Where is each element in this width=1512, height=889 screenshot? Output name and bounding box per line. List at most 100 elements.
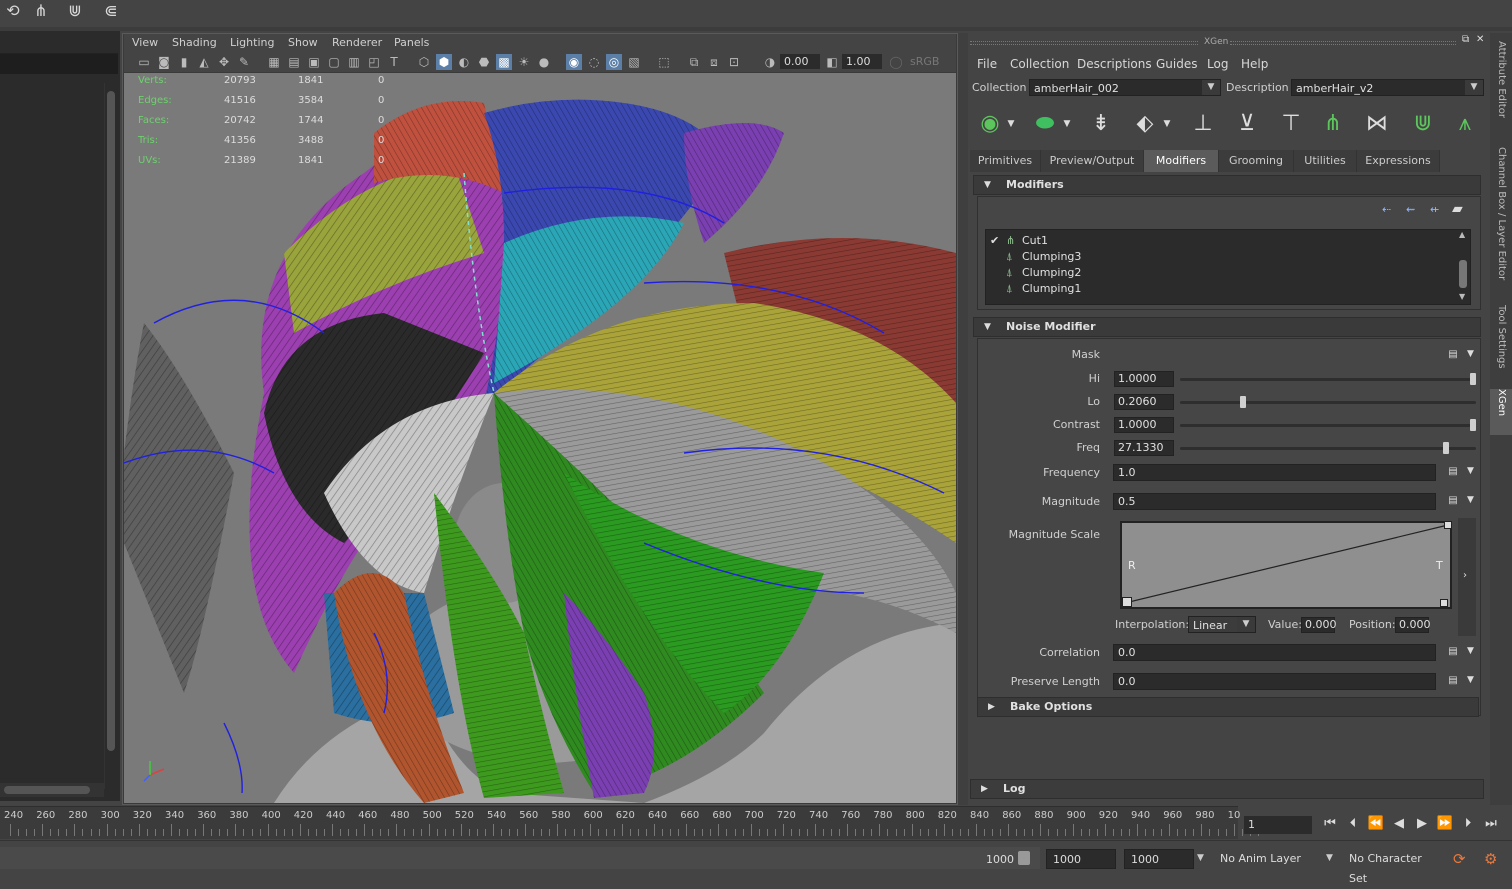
add-modifier-icon[interactable]: ⇷ (1430, 203, 1439, 216)
outliner-hscroll-thumb[interactable] (4, 786, 90, 794)
xgen-menu-help[interactable]: Help (1241, 57, 1268, 71)
preferences-icon[interactable]: ⚙ (1484, 850, 1497, 868)
freq-slider-track[interactable] (1180, 447, 1476, 450)
check-icon[interactable]: ✔ (990, 233, 1002, 249)
shelf-xgen-tool-icon[interactable]: ⟲ (0, 0, 26, 22)
lock-guides-icon[interactable]: ⊤ (1276, 108, 1306, 140)
chevron-down-icon[interactable]: ▼ (1004, 108, 1018, 140)
add-guides-icon[interactable]: ⇟ (1086, 108, 1116, 140)
chevron-down-icon[interactable]: ▼ (1237, 617, 1255, 632)
collection-combo[interactable]: amberHair_002 ▼ (1029, 79, 1221, 96)
map-icon[interactable]: ▤ (1447, 646, 1459, 657)
screen-space-ao-icon[interactable]: ● (536, 54, 552, 70)
step-forward-frame-icon[interactable]: ⏵ (1458, 815, 1478, 833)
exposure-field[interactable]: 0.00 (780, 54, 820, 69)
hi-slider-track[interactable] (1180, 378, 1476, 381)
move-up-icon[interactable]: ⇠ (1382, 203, 1391, 216)
tab-utilities[interactable]: Utilities (1294, 150, 1357, 172)
normalize-guides-icon[interactable]: ⩚ (1450, 108, 1480, 140)
playback-end-field[interactable]: 1000 (1046, 849, 1116, 869)
character-set-combo[interactable]: No Character Set (1343, 849, 1443, 885)
chevron-down-icon[interactable]: ▼ (1060, 108, 1074, 140)
tab-attribute-editor[interactable]: Attribute Editor (1490, 41, 1512, 141)
animation-end-field[interactable]: 1000 (1124, 849, 1194, 869)
noise-modifier-section-header[interactable]: ▼ Noise Modifier (973, 317, 1481, 337)
step-back-frame-icon[interactable]: ⏴ (1343, 815, 1363, 833)
log-section-header[interactable]: ▶ Log (970, 779, 1484, 799)
magnitude-expression-field[interactable]: 0.5 (1113, 493, 1436, 510)
resolution-gate-icon[interactable]: ▣ (306, 54, 322, 70)
list-scroll-thumb[interactable] (1459, 260, 1467, 288)
color-space-label[interactable]: sRGB gar (906, 54, 956, 83)
clear-preview-icon[interactable]: ⬬ (1030, 108, 1060, 140)
xgen-menu-file[interactable]: File (977, 57, 997, 71)
select-camera-icon[interactable]: ▭ (136, 54, 152, 70)
contrast-slider-track[interactable] (1180, 424, 1476, 427)
time-slider[interactable]: 240 260 280 300 320 340 360 380 400 420 440 460 480 5… (0, 806, 1259, 839)
xray-icon[interactable]: ⬚ (656, 54, 672, 70)
camera-attributes-icon[interactable]: ◙ (156, 54, 172, 70)
safe-action-icon[interactable]: ◰ (366, 54, 382, 70)
drag-grip[interactable] (970, 41, 1198, 45)
bake-options-section-header[interactable]: ▶ Bake Options (977, 697, 1479, 717)
tab-channel-box[interactable]: Channel Box / Layer Editor (1490, 147, 1512, 297)
interpolation-combo[interactable]: Linear ▼ (1188, 616, 1256, 633)
safe-title-icon[interactable]: T (386, 54, 402, 70)
chevron-down-icon[interactable]: ▼ (1467, 675, 1477, 686)
field-chart-icon[interactable]: ▥ (346, 54, 362, 70)
motion-blur-icon[interactable]: ◉ (566, 54, 582, 70)
film-gate-icon[interactable]: ▤ (286, 54, 302, 70)
list-item-clumping3[interactable]: ⍋ Clumping3 (986, 249, 1456, 265)
freq-field[interactable]: 27.1330 (1114, 440, 1174, 456)
correlation-expression-field[interactable]: 0.0 (1113, 644, 1436, 661)
step-back-key-icon[interactable]: ⏪ (1366, 815, 1386, 833)
frequency-expression-field[interactable]: 1.0 (1113, 464, 1436, 481)
contrast-slider-handle[interactable] (1470, 419, 1476, 431)
preview-eye-icon[interactable]: ◉ (975, 108, 1005, 140)
tab-expressions[interactable]: Expressions (1357, 150, 1440, 172)
drag-grip[interactable] (1230, 41, 1456, 45)
xray-components-icon[interactable]: ⧈ (706, 54, 722, 70)
ramp-expand-button[interactable]: › (1458, 518, 1476, 636)
tab-preview-output[interactable]: Preview/Output (1041, 150, 1144, 172)
range-slider-handle[interactable] (1018, 851, 1030, 865)
bookmark-icon[interactable]: ▮ (176, 54, 192, 70)
preserve-length-expression-field[interactable]: 0.0 (1113, 673, 1436, 690)
anim-layer-combo[interactable]: No Anim Layer (1214, 849, 1324, 869)
gate-mask-icon[interactable]: ▢ (326, 54, 342, 70)
multisample-aa-icon[interactable]: ◌ (586, 54, 602, 70)
menu-renderer[interactable]: Renderer (332, 36, 382, 49)
modifiers-section-header[interactable]: ▼ Modifiers (973, 175, 1481, 195)
folder-icon[interactable]: ▰ (1452, 201, 1463, 217)
chevron-up-icon[interactable]: ▲ (1459, 230, 1465, 239)
chevron-down-icon[interactable]: ▼ (1467, 466, 1477, 477)
xgen-menu-log[interactable]: Log (1207, 57, 1228, 71)
freq-slider-handle[interactable] (1443, 442, 1449, 454)
shelf-brush-tool-icon[interactable]: ⋐ (98, 0, 124, 22)
close-icon[interactable]: ✕ (1476, 34, 1484, 45)
list-item-cut1[interactable]: ✔ ⋔ Cut1 (986, 233, 1456, 249)
exposure-icon[interactable]: ◑ (762, 54, 778, 70)
show-guides-icon[interactable]: ⊻ (1232, 108, 1262, 140)
shadows-icon[interactable]: ☀ (516, 54, 532, 70)
hi-field[interactable]: 1.0000 (1114, 371, 1174, 387)
move-down-icon[interactable]: ⇜ (1406, 203, 1415, 216)
isolate-select-icon[interactable]: ▧ (626, 54, 642, 70)
tab-primitives[interactable]: Primitives (970, 150, 1041, 172)
list-item-clumping1[interactable]: ⍋ Clumping1 (986, 281, 1456, 297)
list-item-clumping2[interactable]: ⍋ Clumping2 (986, 265, 1456, 281)
xray-joints-icon[interactable]: ⧉ (686, 54, 702, 70)
ramp-value-field[interactable]: 0.000 (1301, 617, 1337, 633)
tab-modifiers[interactable]: Modifiers (1144, 150, 1219, 172)
ramp-key-start[interactable] (1122, 597, 1132, 607)
frame-all-icon[interactable]: ⊡ (726, 54, 742, 70)
tab-xgen[interactable]: XGen (1490, 389, 1512, 435)
tab-grooming[interactable]: Grooming (1219, 150, 1294, 172)
ramp-key-top[interactable] (1444, 521, 1452, 529)
menu-view[interactable]: View (132, 36, 158, 49)
auto-key-icon[interactable]: ⟳ (1453, 850, 1466, 868)
grease-pencil-icon[interactable]: ✎ (236, 54, 252, 70)
menu-show[interactable]: Show (288, 36, 318, 49)
xgen-menu-guides[interactable]: Guides (1156, 57, 1198, 71)
color-management-icon[interactable]: ◯ (888, 54, 904, 70)
